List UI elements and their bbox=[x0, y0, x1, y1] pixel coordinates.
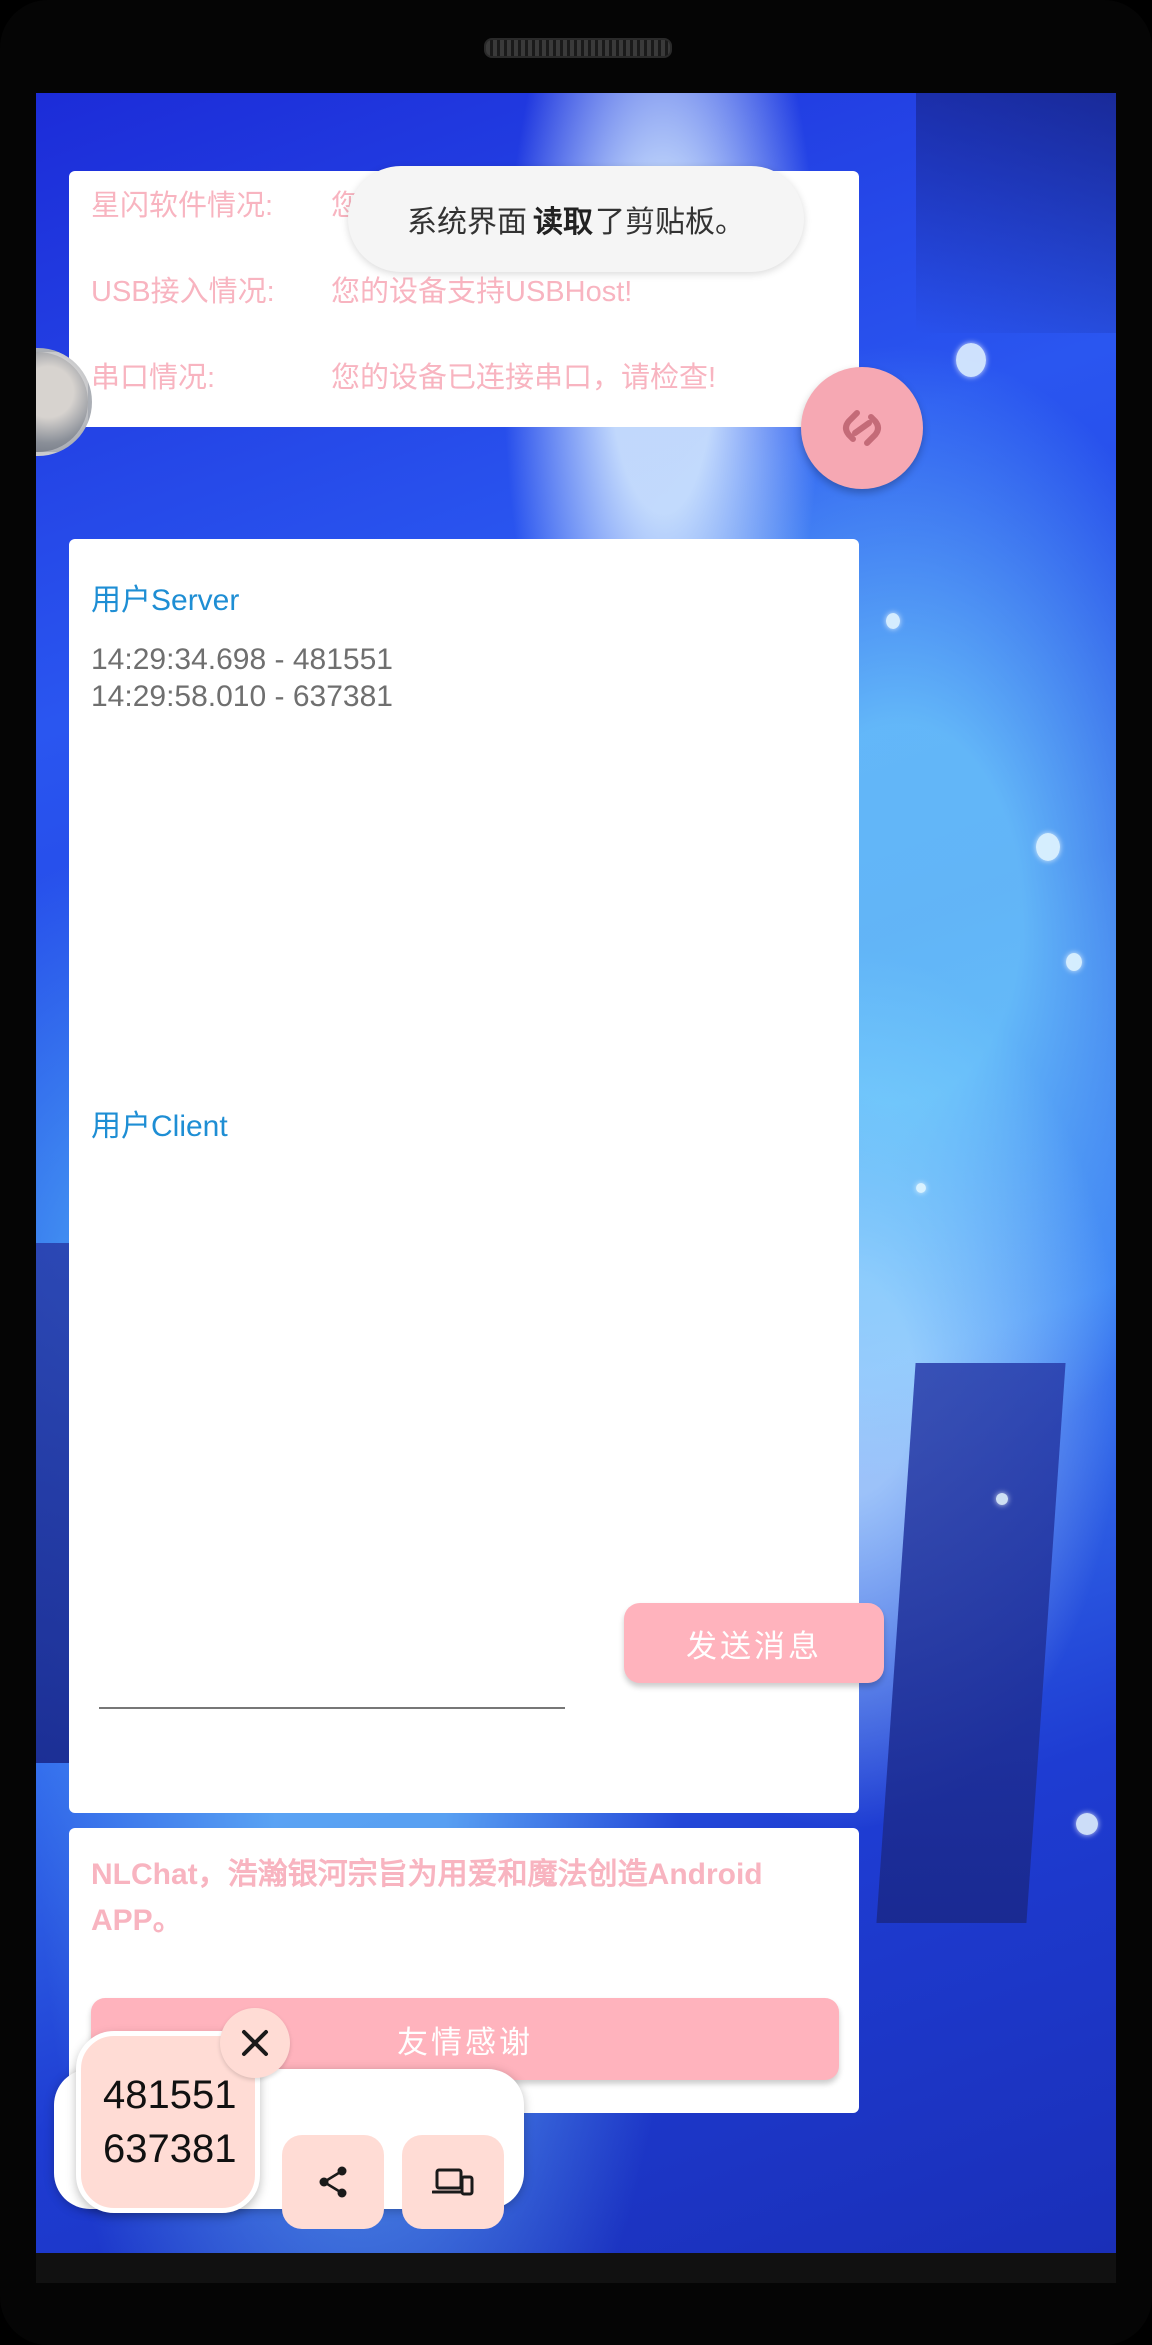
devices-icon bbox=[432, 2168, 474, 2196]
clipboard-share-button[interactable] bbox=[282, 2135, 384, 2229]
wallpaper-bubble bbox=[956, 343, 986, 377]
chat-card: 用户Server 14:29:34.698 - 481551 14:29:58.… bbox=[69, 539, 884, 1813]
client-section-title: 用户Client bbox=[91, 1110, 228, 1143]
close-icon bbox=[242, 2030, 268, 2056]
status-value: 您的设备支持USBHost! bbox=[331, 276, 633, 308]
wallpaper-building bbox=[876, 1363, 1066, 1923]
toast-bold: 读取 bbox=[533, 206, 593, 239]
app-screen: 星闪软件情况:您成 USB接入情况: 您的设备支持USBHost! 串口情况: 您的… bbox=[36, 93, 1116, 2253]
wallpaper-bubble bbox=[916, 1183, 926, 1193]
connect-fab-button[interactable] bbox=[801, 367, 923, 489]
clipboard-line: 481551 bbox=[103, 2073, 237, 2117]
status-value: 您的设备已连接串口，请检查! bbox=[331, 362, 717, 394]
status-row-serial: 串口情况: 您的设备已连接串口，请检查! bbox=[91, 358, 716, 398]
speaker-grille bbox=[484, 38, 672, 58]
toast-prefix: 系统界面 bbox=[407, 206, 527, 239]
about-text: NLChat，浩瀚银河宗旨为用爱和魔法创造Android APP。 bbox=[91, 1858, 763, 1937]
wallpaper-bubble bbox=[886, 613, 900, 629]
phone-frame: 星闪软件情况:您成 USB接入情况: 您的设备支持USBHost! 串口情况: 您的… bbox=[0, 0, 1152, 2345]
status-label: USB接入情况: bbox=[91, 276, 275, 308]
share-icon bbox=[319, 2166, 347, 2198]
status-label: 星闪软件情况: bbox=[91, 190, 274, 222]
server-section-title: 用户Server bbox=[91, 584, 240, 617]
log-line: 14:29:58.010 - 637381 bbox=[91, 680, 393, 713]
status-row-starflash: 星闪软件情况:您成 bbox=[91, 186, 389, 226]
clipboard-nearby-devices-button[interactable] bbox=[402, 2135, 504, 2229]
wallpaper-tower bbox=[916, 93, 1116, 333]
clipboard-toast: 系统界面 读取 了剪贴板。 bbox=[348, 166, 804, 272]
log-line: 14:29:34.698 - 481551 bbox=[91, 643, 393, 676]
link-icon bbox=[843, 410, 881, 446]
clipboard-close-button[interactable] bbox=[220, 2008, 290, 2078]
wallpaper-bubble bbox=[1066, 953, 1082, 971]
toast-suffix: 了剪贴板。 bbox=[595, 206, 745, 239]
server-log: 14:29:34.698 - 481551 14:29:58.010 - 637… bbox=[91, 641, 393, 715]
status-label: 串口情况: bbox=[91, 362, 216, 394]
wallpaper-bubble bbox=[1036, 833, 1060, 861]
message-input[interactable] bbox=[99, 1655, 565, 1709]
wallpaper-bubble bbox=[1076, 1813, 1098, 1835]
status-row-usb: USB接入情况: 您的设备支持USBHost! bbox=[91, 272, 632, 312]
bottom-bezel bbox=[36, 2253, 1116, 2283]
clipboard-line: 637381 bbox=[103, 2127, 237, 2171]
wallpaper-bubble bbox=[996, 1493, 1008, 1505]
send-message-button[interactable]: 发送消息 bbox=[624, 1603, 884, 1683]
